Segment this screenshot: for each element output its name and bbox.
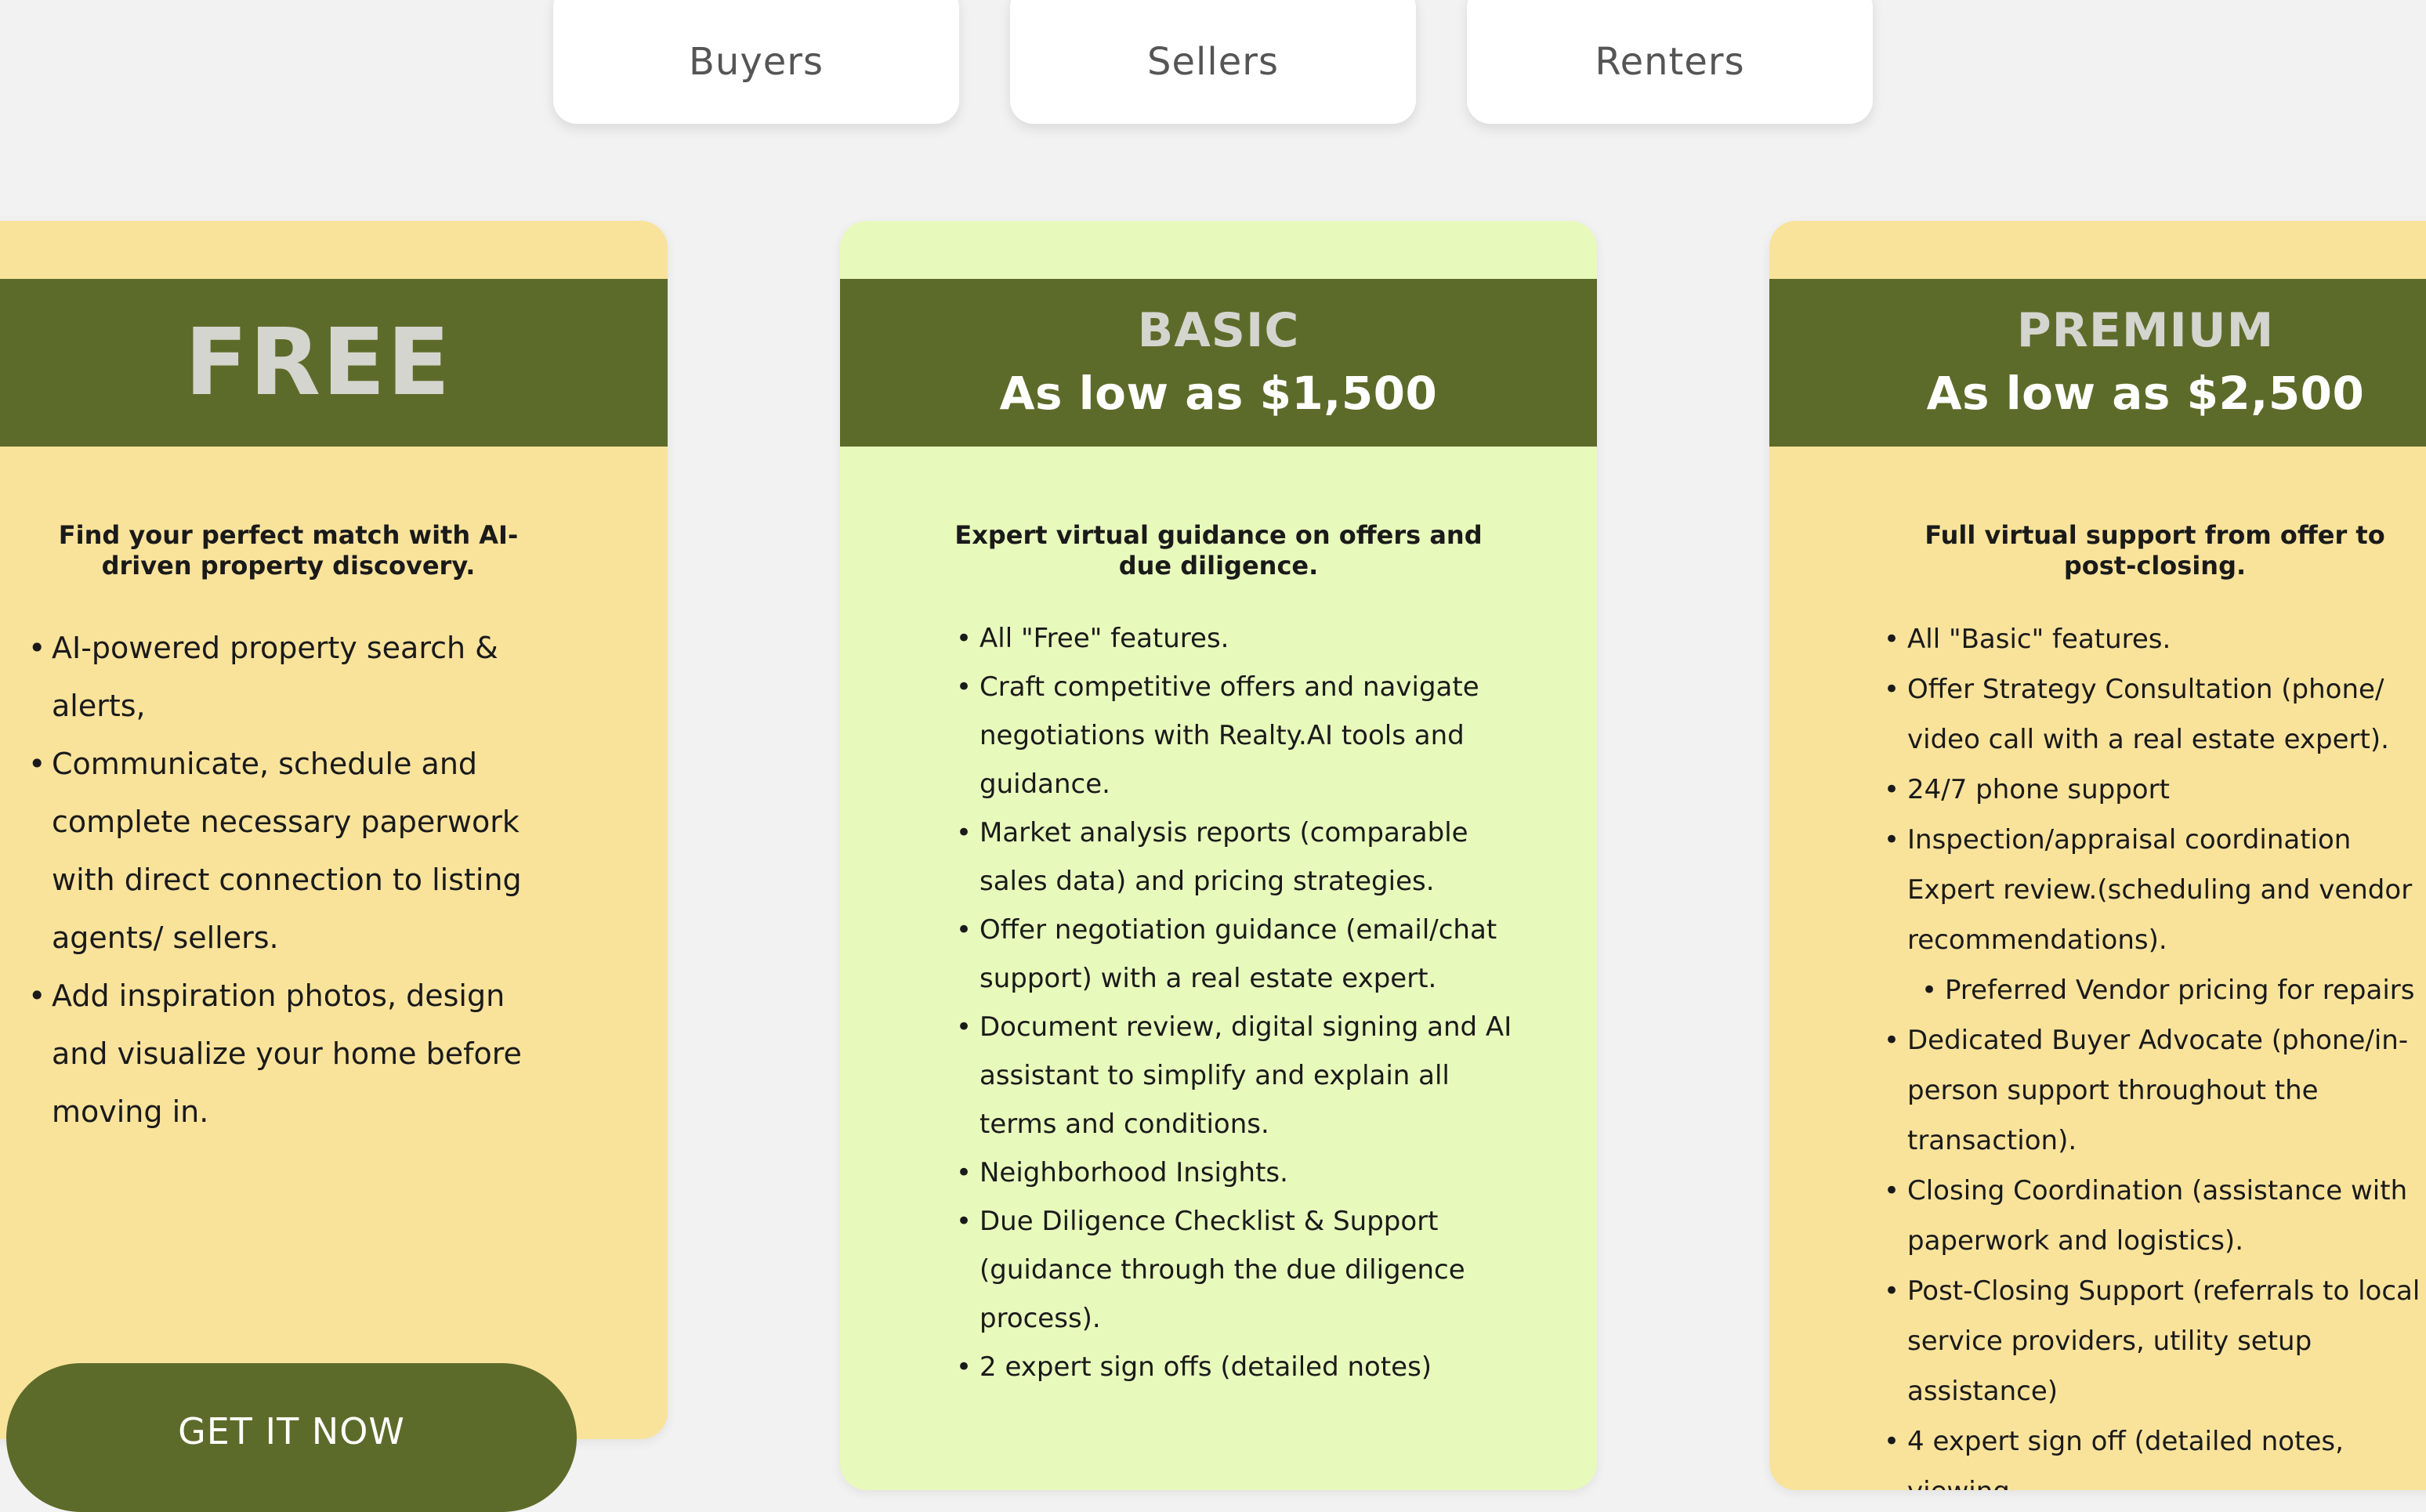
feature-item: Offer Strategy Consultation (phone/ vide… [1884, 664, 2426, 765]
feature-item: 2 expert sign offs (detailed notes) [956, 1343, 1528, 1391]
plan-card-basic: BASIC As low as $1,500 Expert virtual gu… [840, 221, 1597, 1490]
plan-card-free: FREE Find your perfect match with AI-dri… [0, 221, 668, 1439]
feature-item: Craft competitive offers and navigate ne… [956, 663, 1528, 808]
feature-item: All "Basic" features. [1884, 614, 2426, 664]
feature-item: All "Free" features. [956, 614, 1528, 663]
plan-tagline-basic: Expert virtual guidance on offers and du… [954, 520, 1483, 581]
plan-tagline-free: Find your perfect match with AI-driven p… [58, 520, 519, 581]
plan-price-premium: As low as $2,500 [1926, 366, 2365, 420]
plan-name-premium: PREMIUM [2016, 302, 2275, 358]
feature-item: Document review, digital signing and AI … [956, 1003, 1528, 1148]
tab-renters[interactable]: Renters [1467, 0, 1873, 124]
feature-list-basic: All "Free" features. Craft competitive o… [956, 614, 1528, 1391]
plan-tagline-premium: Full virtual support from offer to post-… [1925, 520, 2385, 581]
feature-item: 4 expert sign off (detailed notes, viewi… [1884, 1416, 2426, 1490]
feature-item: Market analysis reports (comparable sale… [956, 808, 1528, 906]
tab-sellers[interactable]: Sellers [1010, 0, 1416, 124]
plan-name-basic: BASIC [1137, 302, 1300, 358]
plan-header-free: FREE [0, 279, 668, 447]
feature-list-free: AI-powered property search & alerts, Com… [28, 619, 561, 1141]
tab-buyers-label: Buyers [688, 40, 824, 84]
plan-price-basic: As low as $1,500 [999, 366, 1438, 420]
tab-renters-label: Renters [1595, 40, 1745, 84]
feature-item: 24/7 phone support [1884, 765, 2426, 815]
feature-item: Closing Coordination (assistance with pa… [1884, 1166, 2426, 1266]
get-it-now-button[interactable]: GET IT NOW [6, 1363, 577, 1512]
feature-subitem: Preferred Vendor pricing for repairs [1921, 965, 2426, 1015]
feature-item: Inspection/appraisal coordination Expert… [1884, 815, 2426, 965]
plan-header-basic: BASIC As low as $1,500 [840, 279, 1597, 447]
plan-header-premium: PREMIUM As low as $2,500 [1769, 279, 2426, 447]
tab-buyers[interactable]: Buyers [553, 0, 959, 124]
feature-item: Dedicated Buyer Advocate (phone/in-perso… [1884, 1015, 2426, 1166]
feature-item: Add inspiration photos, design and visua… [28, 967, 561, 1141]
feature-item: Post-Closing Support (referrals to local… [1884, 1266, 2426, 1416]
feature-item: Communicate, schedule and complete neces… [28, 735, 561, 967]
feature-item: Offer negotiation guidance (email/chat s… [956, 906, 1528, 1003]
feature-item: Due Diligence Checklist & Support (guida… [956, 1197, 1528, 1343]
feature-list-premium: All "Basic" features. Offer Strategy Con… [1884, 614, 2426, 1490]
plan-name-free: FREE [184, 308, 452, 417]
tab-sellers-label: Sellers [1147, 40, 1279, 84]
feature-item: Neighborhood Insights. [956, 1148, 1528, 1197]
plan-card-premium: PREMIUM As low as $2,500 Full virtual su… [1769, 221, 2426, 1490]
feature-item: AI-powered property search & alerts, [28, 619, 561, 735]
